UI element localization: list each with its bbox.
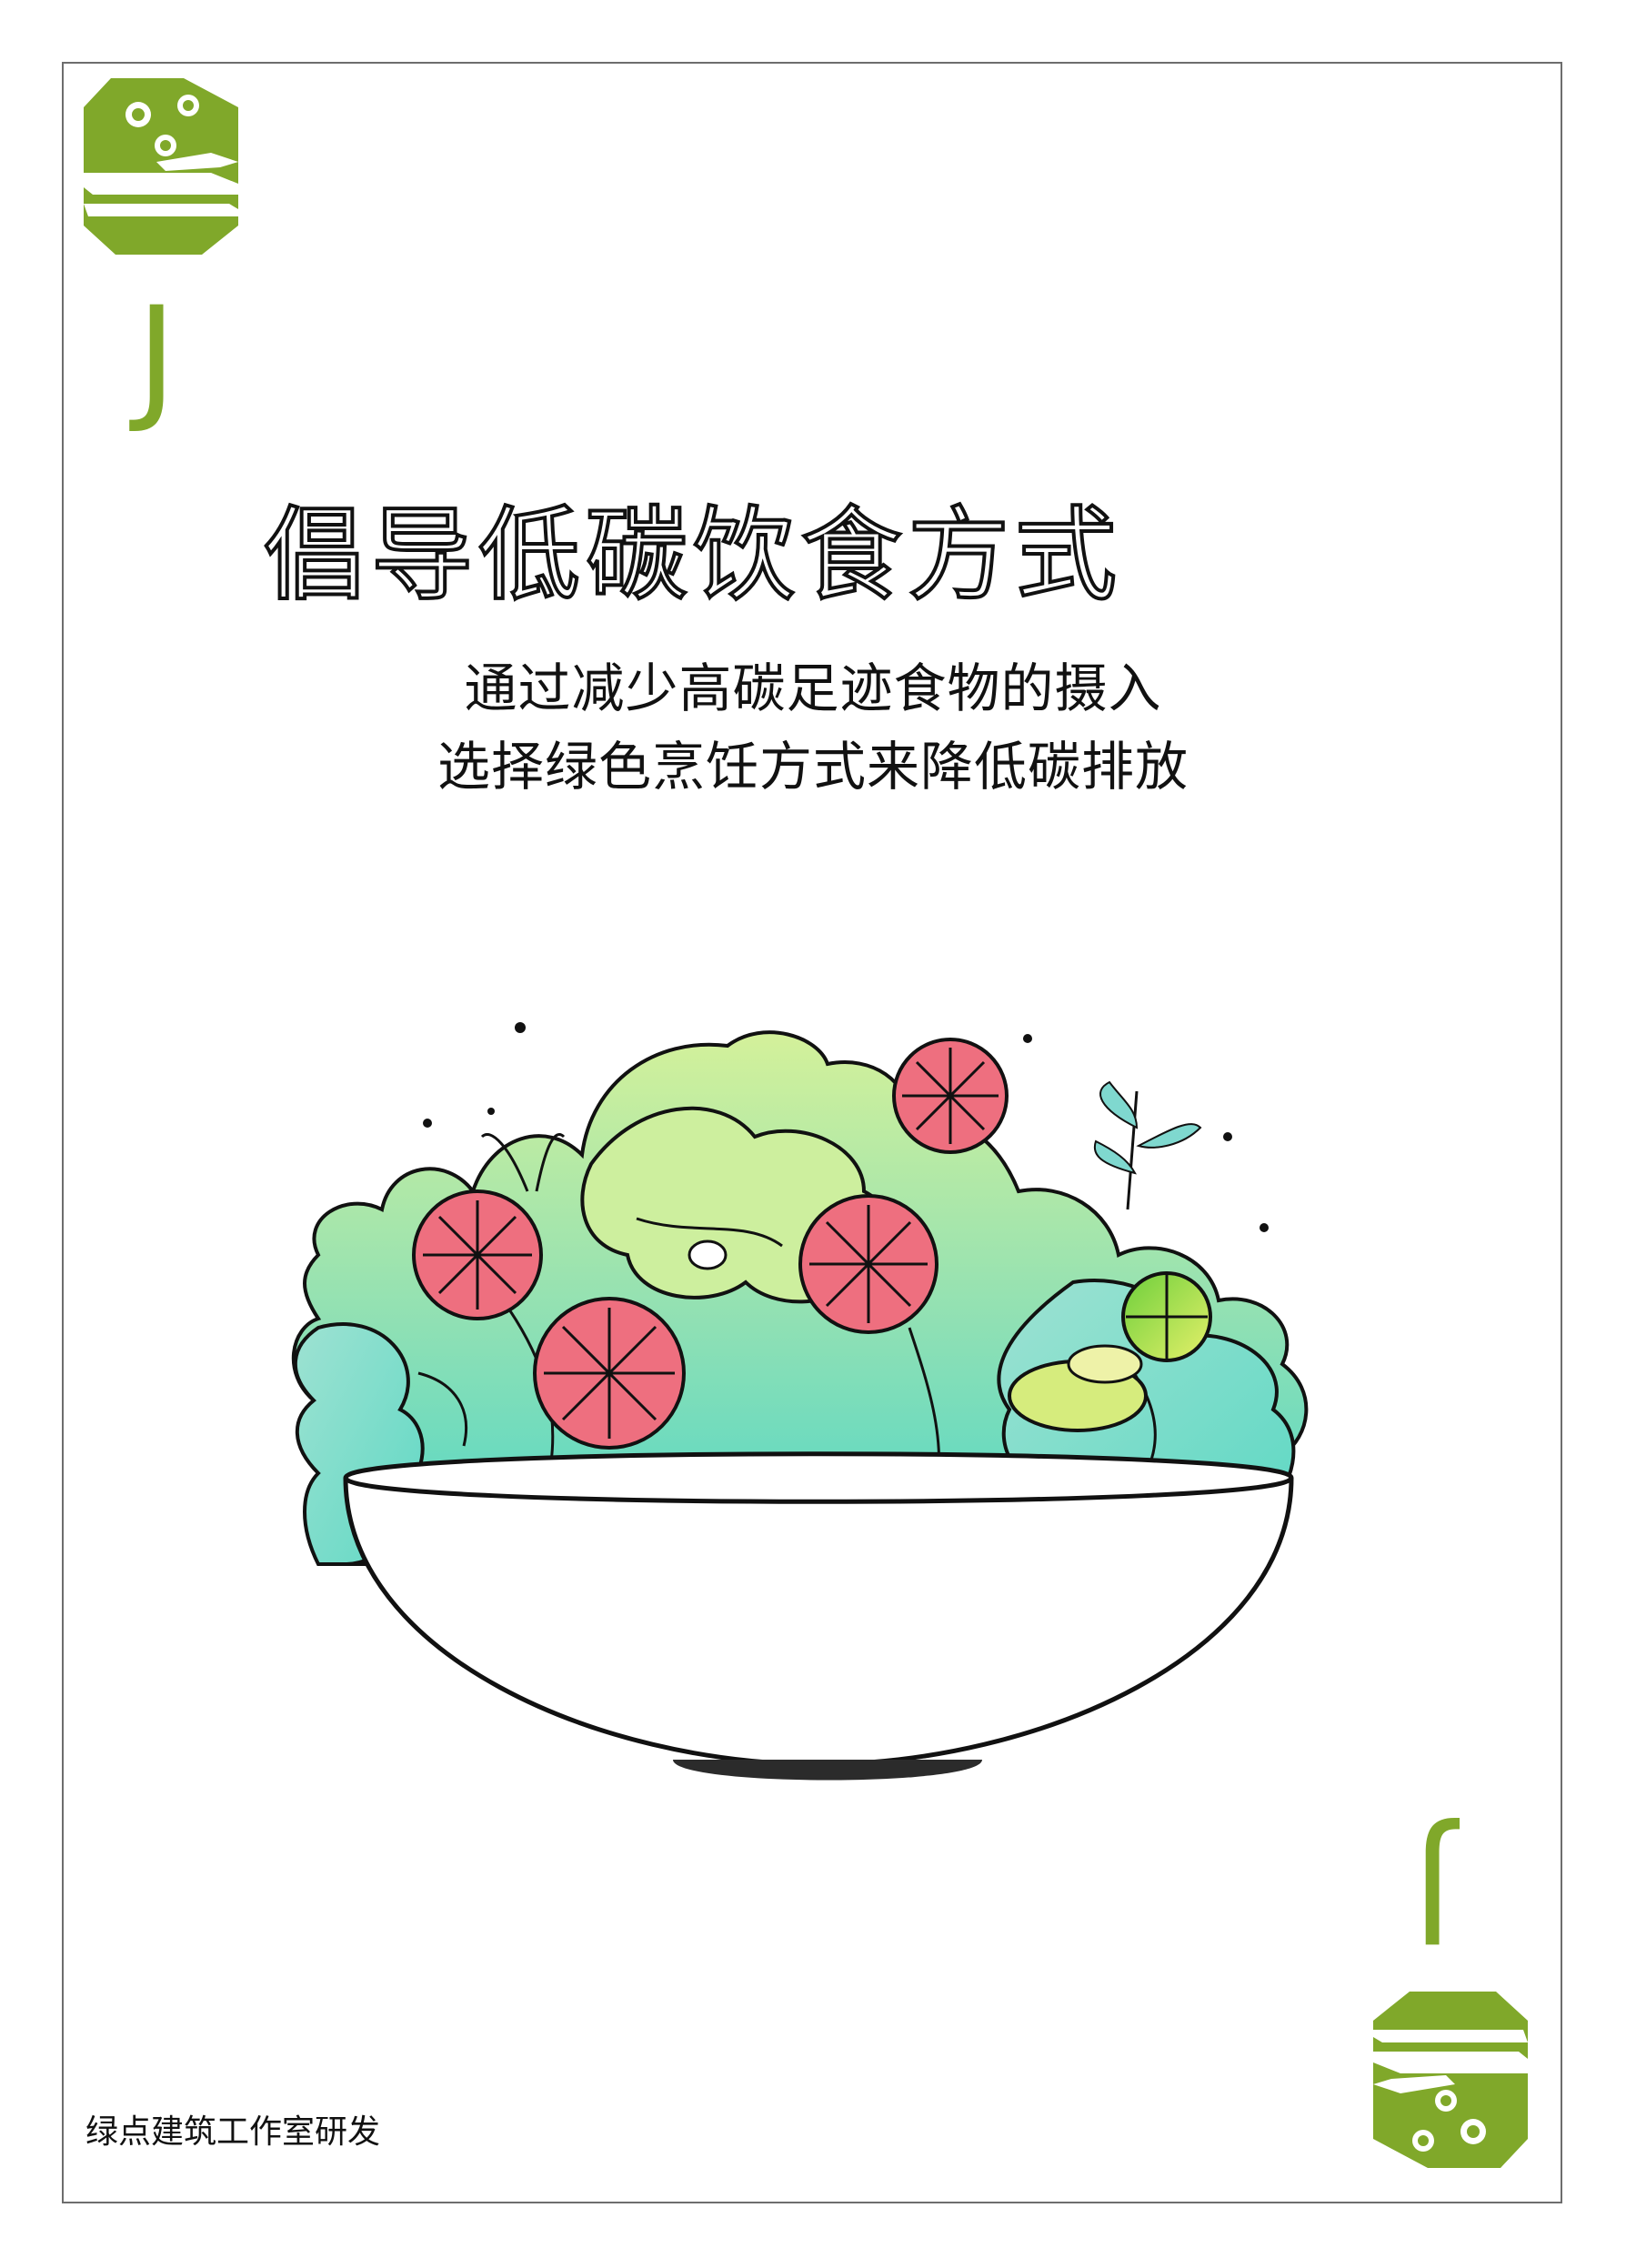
subtitle-line-2: 选择绿色烹饪方式来降低碳排放 — [437, 736, 1189, 798]
lime-slice — [1121, 1271, 1212, 1362]
tomato-slice — [892, 1038, 1009, 1154]
page-title: 倡导低碳饮食方式 — [262, 495, 1122, 617]
green-drum-mascot-icon — [84, 78, 238, 255]
subtitle-line-1: 通过减少高碳足迹食物的摄入 — [464, 657, 1162, 719]
green-drum-mascot-icon — [1373, 1992, 1528, 2168]
tomato-slice — [412, 1189, 543, 1320]
studio-credit: 绿点建筑工作室研发 — [85, 2113, 381, 2151]
tomato-slice — [533, 1297, 686, 1450]
tomato-slice — [798, 1194, 938, 1334]
card-letter-top: J — [136, 278, 177, 437]
salad-bowl-illustration — [291, 1022, 1309, 1781]
card-letter-bottom: J — [1412, 1812, 1453, 1971]
